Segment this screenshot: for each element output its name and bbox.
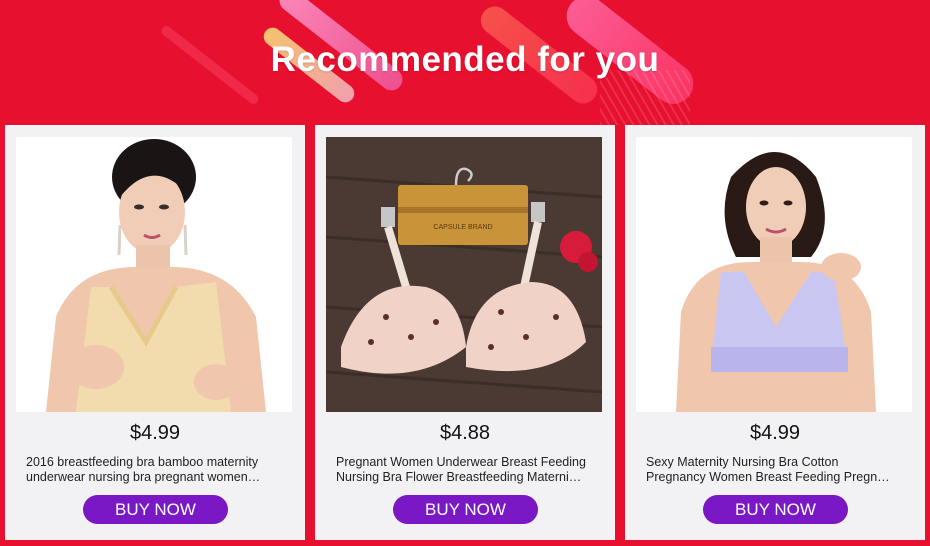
description-line: 2016 breastfeeding bra bamboo maternity <box>26 455 259 469</box>
product-card[interactable]: CAPSULE BRAND $4.88 Pregnant Women Under… <box>315 125 615 540</box>
product-description[interactable]: Sexy Maternity Nursing Bra Cotton Pregna… <box>646 455 904 485</box>
description-line: underwear nursing bra pregnant women… <box>26 470 261 484</box>
product-price: $4.99 <box>129 422 181 444</box>
product-image[interactable] <box>16 137 292 412</box>
product-card[interactable]: $4.99 2016 breastfeeding bra bamboo mate… <box>5 125 305 540</box>
product-image[interactable]: CAPSULE BRAND <box>326 137 602 412</box>
description-line: Pregnant Women Underwear Breast Feeding <box>336 455 586 469</box>
product-image[interactable] <box>636 137 912 412</box>
product-price: $4.99 <box>749 422 801 444</box>
buy-now-button[interactable]: BUY NOW <box>393 495 538 524</box>
product-price: $4.88 <box>439 422 491 444</box>
product-description[interactable]: 2016 breastfeeding bra bamboo maternity … <box>26 455 284 485</box>
description-line: Nursing Bra Flower Breastfeeding Materni… <box>336 470 582 484</box>
buy-now-button[interactable]: BUY NOW <box>83 495 228 524</box>
buy-now-button[interactable]: BUY NOW <box>703 495 848 524</box>
product-card[interactable]: $4.99 Sexy Maternity Nursing Bra Cotton … <box>625 125 925 540</box>
hanger-brand-text: CAPSULE BRAND <box>433 224 492 231</box>
description-line: Pregnancy Women Breast Feeding Pregn… <box>646 470 890 484</box>
recommend-banner: Recommended for you <box>0 0 930 125</box>
section-title: Recommended for you <box>270 40 660 79</box>
product-description[interactable]: Pregnant Women Underwear Breast Feeding … <box>336 455 594 485</box>
description-line: Sexy Maternity Nursing Bra Cotton <box>646 455 839 469</box>
